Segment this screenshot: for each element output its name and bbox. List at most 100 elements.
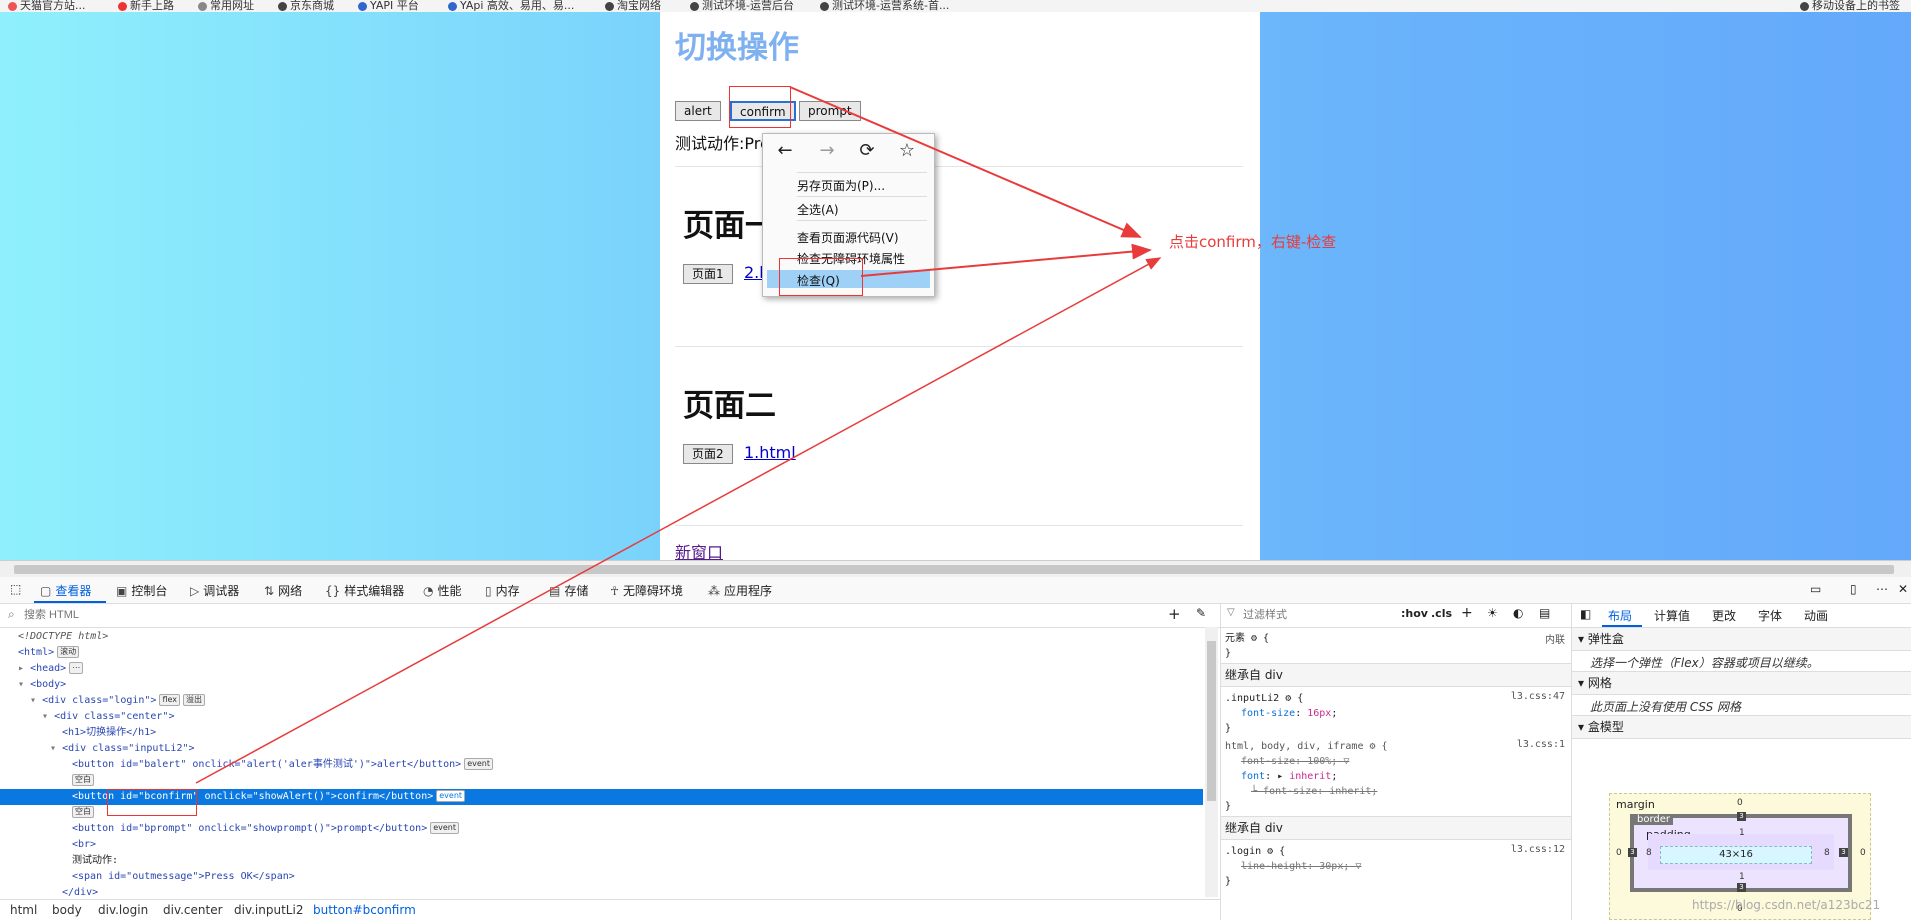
rules-filter-input[interactable] [1241,606,1395,624]
margin-top-value[interactable]: 0 [1737,798,1743,808]
padding-right-value[interactable]: 8 [1824,848,1830,858]
event-badge[interactable]: event [464,758,493,770]
markup-line[interactable]: ▾ <body> [0,677,1203,693]
collapse-arrow-icon[interactable]: ▾ [18,679,24,690]
menu-item-view-source[interactable]: 查看页面源代码(V) [797,229,899,246]
dock-icon[interactable]: ▭ [1810,582,1821,596]
markup-line[interactable]: <br> [0,837,1203,853]
bookmark-star-icon[interactable]: ☆ [895,140,919,161]
forward-icon[interactable]: → [815,140,839,161]
markup-line[interactable]: <button id="balert" onclick="alert('aler… [0,757,1203,773]
markup-line[interactable]: <button id="bprompt" onclick="showprompt… [0,821,1203,837]
tab-storage[interactable]: ▤ 存储 [549,582,588,599]
boxmodel-section-header[interactable]: ▾ 盒模型 [1572,715,1911,739]
page1-button[interactable]: 页面1 [683,264,733,284]
tab-application[interactable]: ⁂ 应用程序 [708,582,772,599]
whitespace-badge[interactable]: 空白 [72,774,94,786]
link-1-html[interactable]: 1.html [744,443,796,462]
markup-line[interactable]: 空白 [0,773,1203,789]
tab-computed[interactable]: 计算值 [1654,607,1690,624]
tab-memory[interactable]: ▯ 内存 [485,582,520,599]
border-bottom-handle[interactable]: 3 [1737,883,1746,892]
cls-toggle[interactable]: .cls [1431,607,1452,620]
tab-debugger[interactable]: ▷ 调试器 [190,582,239,599]
add-node-icon[interactable]: + [1168,605,1181,623]
event-badge[interactable]: event [436,790,466,802]
tab-animations[interactable]: 动画 [1804,607,1828,624]
page-horizontal-scrollbar[interactable] [0,560,1911,578]
tab-style-editor[interactable]: {} 样式编辑器 [325,582,404,599]
menu-item-select-all[interactable]: 全选(A) [797,201,839,218]
tab-changes[interactable]: 更改 [1712,607,1736,624]
breadcrumb-item[interactable]: div.login [98,900,148,921]
rule-login[interactable]: .login ⚙ { [1225,844,1285,859]
breadcrumb-item[interactable]: div.inputLi2 [234,900,303,921]
new-window-link[interactable]: 新窗口 [675,539,723,560]
close-icon[interactable]: ✕ [1898,582,1908,596]
collapsed-badge[interactable]: ⋯ [69,662,84,674]
markup-vertical-scrollbar[interactable] [1205,627,1218,897]
tab-inspector[interactable]: ▢ 查看器 [40,582,91,599]
tab-accessibility[interactable]: ☥ 无障碍环境 [610,582,683,599]
padding-bottom-value[interactable]: 1 [1739,872,1745,882]
page2-button[interactable]: 页面2 [683,444,733,464]
search-input[interactable] [22,606,926,624]
rule-declaration[interactable]: └ font-size: inherit; [1251,784,1377,799]
markup-line[interactable]: ▸ <head> ⋯ [0,661,1203,677]
scroll-badge[interactable]: 滚动 [57,646,80,658]
collapse-arrow-icon[interactable]: ▾ [42,711,48,722]
collapse-arrow-icon[interactable]: ▾ [30,695,36,706]
rule-declaration[interactable]: line-height: 30px; ▽ [1241,859,1361,874]
padding-left-value[interactable]: 8 [1646,848,1652,858]
tab-fonts[interactable]: 字体 [1758,607,1782,624]
whitespace-badge[interactable]: 空白 [72,806,94,818]
dark-mode-icon[interactable]: ◐ [1513,606,1523,620]
breadcrumb-item[interactable]: html [10,900,37,921]
eyedropper-icon[interactable]: ✎ [1196,606,1206,620]
breadcrumb-item-current[interactable]: button#bconfirm [313,900,416,921]
rule-source[interactable]: l3.css:1 [1517,739,1565,750]
menu-item-save-page[interactable]: 另存页面为(P)... [797,177,885,194]
markup-line[interactable]: ▾ <div class="login"> flex 溢出 [0,693,1203,709]
expand-arrow-icon[interactable]: ▸ [18,663,24,674]
rule-declaration[interactable]: font-size: 16px; [1241,706,1337,721]
rule-element[interactable]: 元素 ⚙ { [1225,631,1269,646]
rule-html[interactable]: html, body, div, iframe ⚙ { [1225,739,1388,754]
add-rule-icon[interactable]: + [1461,605,1473,621]
margin-right-value[interactable]: 0 [1860,848,1866,858]
alert-button[interactable]: alert [675,101,721,121]
prompt-button[interactable]: prompt [799,101,861,121]
back-icon[interactable]: ← [773,140,797,161]
scrollbar-thumb[interactable] [1207,641,1216,801]
scrollbar-thumb[interactable] [14,565,1894,574]
responsive-icon[interactable]: ▯ [1850,582,1857,596]
rule-declaration[interactable]: font: ▸ inherit; [1241,769,1337,784]
tab-performance[interactable]: ◔ 性能 [423,582,462,599]
grid-section-header[interactable]: ▾ 网格 [1572,671,1911,695]
flex-badge[interactable]: flex [159,694,181,706]
tab-network[interactable]: ⇅ 网络 [264,582,302,599]
event-badge[interactable]: event [430,822,460,834]
rule-source[interactable]: l3.css:47 [1511,691,1565,702]
border-top-handle[interactable]: 3 [1737,812,1746,821]
margin-left-value[interactable]: 0 [1616,848,1622,858]
markup-line[interactable]: <html> 滚动 [0,645,1203,661]
markup-line[interactable]: </div> [0,885,1203,897]
border-right-handle[interactable]: 3 [1839,848,1848,857]
markup-line[interactable]: ▾ <div class="inputLi2"> [0,741,1203,757]
breadcrumb-item[interactable]: body [52,900,82,921]
reload-icon[interactable]: ⟳ [855,140,879,161]
rule-source[interactable]: l3.css:12 [1511,844,1565,855]
flexbox-section-header[interactable]: ▾ 弹性盒 [1572,627,1911,651]
tab-console[interactable]: ▣ 控制台 [116,582,167,599]
more-options-icon[interactable]: ⋯ [1876,582,1888,596]
breadcrumb-item[interactable]: div.center [163,900,223,921]
padding-top-value[interactable]: 1 [1739,828,1745,838]
border-left-handle[interactable]: 3 [1628,848,1637,857]
markup-line[interactable]: 测试动作: [0,853,1203,869]
markup-line[interactable]: <span id="outmessage">Press OK</span> [0,869,1203,885]
light-mode-icon[interactable]: ☀ [1487,606,1498,620]
markup-line[interactable]: <h1>切换操作</h1> [0,725,1203,741]
markup-line[interactable]: <!DOCTYPE html> [0,629,1203,645]
hov-toggle[interactable]: :hov [1401,607,1428,620]
